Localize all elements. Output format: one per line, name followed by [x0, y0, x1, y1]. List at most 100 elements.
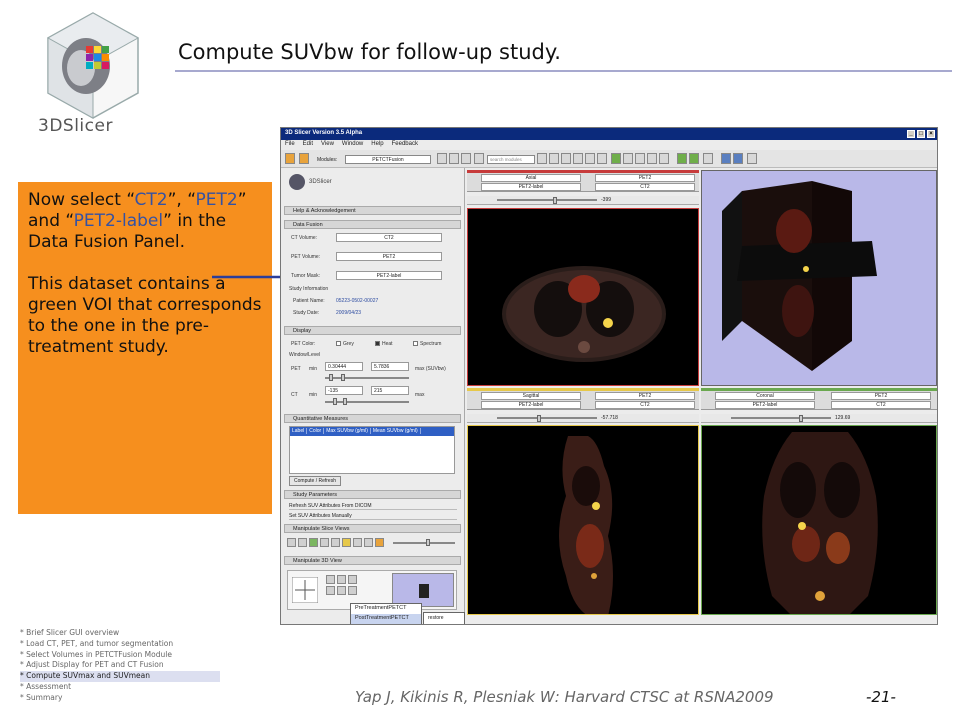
slice-tool-icon[interactable]: [353, 538, 362, 547]
refresh-suv-dropdown[interactable]: Refresh SUV Attributes From DICOM: [289, 502, 457, 510]
color-grey-radio[interactable]: [336, 341, 341, 346]
color-spectrum-radio[interactable]: [413, 341, 418, 346]
module-history-icon[interactable]: [461, 153, 471, 164]
snapshot-icon[interactable]: [703, 153, 713, 164]
display-header[interactable]: Display: [284, 326, 461, 335]
slice-tool-icon[interactable]: [364, 538, 373, 547]
ct-range-slider[interactable]: [325, 401, 409, 403]
yellow-foreground-select[interactable]: PET2: [595, 392, 695, 400]
module-forward-icon[interactable]: [449, 153, 459, 164]
study-params-header[interactable]: Study Parameters: [284, 490, 461, 499]
menu-item-posttreatment[interactable]: PostTreatmentPETCT: [351, 614, 421, 624]
quantitative-header[interactable]: Quantitative Measures: [284, 414, 461, 423]
module-back-icon[interactable]: [437, 153, 447, 164]
pet-range-slider[interactable]: [325, 377, 409, 379]
view-icon[interactable]: [659, 153, 669, 164]
load-scene-icon[interactable]: [285, 153, 295, 164]
slice-tool-icon[interactable]: [331, 538, 340, 547]
3d-render-view[interactable]: [701, 170, 937, 386]
3d-tool-icon[interactable]: [337, 575, 346, 584]
yellow-background-select[interactable]: CT2: [595, 401, 695, 409]
slice-tool-icon[interactable]: [298, 538, 307, 547]
view-icon[interactable]: [635, 153, 645, 164]
yellow-orientation-select[interactable]: Sagittal: [481, 392, 581, 400]
layout-icon[interactable]: [585, 153, 595, 164]
menu-window[interactable]: Window: [338, 140, 367, 148]
green-foreground-select[interactable]: PET2: [831, 392, 931, 400]
layout-icon[interactable]: [549, 153, 559, 164]
pet-min-input[interactable]: 0.30444: [325, 362, 363, 371]
view-icon[interactable]: [611, 153, 621, 164]
slice-tool-icon[interactable]: [342, 538, 351, 547]
manipulate-slice-header[interactable]: Manipulate Slice Views: [284, 524, 461, 533]
set-suv-dropdown[interactable]: Set SUV Attributes Manually: [289, 512, 457, 520]
redo-icon[interactable]: [689, 153, 699, 164]
3d-thumbnail[interactable]: [392, 573, 454, 607]
close-window-button[interactable]: ×: [927, 130, 935, 138]
ct-max-input[interactable]: 215: [371, 386, 409, 395]
ct-volume-select[interactable]: CT2: [336, 233, 442, 242]
slice-spacing-handle[interactable]: [426, 539, 430, 546]
color-heat-radio[interactable]: [375, 341, 380, 346]
slice-tool-icon[interactable]: [375, 538, 384, 547]
undo-icon[interactable]: [677, 153, 687, 164]
view-icon[interactable]: [647, 153, 657, 164]
coronal-slice-view[interactable]: [701, 425, 937, 615]
module-selector[interactable]: PETCTFusion: [345, 155, 431, 164]
crosshair-icon[interactable]: [747, 153, 757, 164]
green-orientation-select[interactable]: Coronal: [715, 392, 815, 400]
sagittal-slice-view[interactable]: [467, 425, 699, 615]
3d-tool-icon[interactable]: [348, 586, 357, 595]
ct-slider-handle[interactable]: [343, 398, 347, 405]
axial-slice-view[interactable]: [467, 208, 699, 386]
save-scene-icon[interactable]: [299, 153, 309, 164]
view-icon[interactable]: [623, 153, 633, 164]
ct-slider-handle[interactable]: [333, 398, 337, 405]
red-background-select[interactable]: CT2: [595, 183, 695, 191]
compute-refresh-button[interactable]: Compute / Refresh: [289, 476, 341, 486]
fiducial-tool-icon[interactable]: [733, 153, 743, 164]
pet-max-input[interactable]: 5.7836: [371, 362, 409, 371]
menu-feedback[interactable]: Feedback: [388, 140, 422, 148]
pet-slider-handle[interactable]: [329, 374, 333, 381]
green-label-select[interactable]: PET2-label: [715, 401, 815, 409]
slice-tool-icon[interactable]: [309, 538, 318, 547]
red-slice-slider[interactable]: [497, 199, 597, 201]
slice-tool-icon[interactable]: [320, 538, 329, 547]
yellow-slice-handle[interactable]: [537, 415, 541, 422]
menu-view[interactable]: View: [317, 140, 338, 148]
3d-tool-icon[interactable]: [326, 586, 335, 595]
layout-icon[interactable]: [561, 153, 571, 164]
pet-slider-handle[interactable]: [341, 374, 345, 381]
menu-edit[interactable]: Edit: [299, 140, 317, 148]
maximize-button[interactable]: □: [917, 130, 925, 138]
yellow-label-select[interactable]: PET2-label: [481, 401, 581, 409]
pointer-tool-icon[interactable]: [721, 153, 731, 164]
red-foreground-select[interactable]: PET2: [595, 174, 695, 182]
slice-tool-icon[interactable]: [287, 538, 296, 547]
red-orientation-select[interactable]: Axial: [481, 174, 581, 182]
menu-file[interactable]: File: [281, 140, 299, 148]
red-label-select[interactable]: PET2-label: [481, 183, 581, 191]
ct-min-input[interactable]: -135: [325, 386, 363, 395]
menu-action-restore[interactable]: restore: [424, 613, 464, 624]
data-fusion-header[interactable]: Data Fusion: [284, 220, 461, 229]
layout-icon[interactable]: [537, 153, 547, 164]
menu-item-pretreatment[interactable]: PreTreatmentPETCT: [351, 604, 421, 614]
3d-tool-icon[interactable]: [348, 575, 357, 584]
layout-icon[interactable]: [573, 153, 583, 164]
menu-help[interactable]: Help: [367, 140, 387, 148]
red-slice-handle[interactable]: [553, 197, 557, 204]
3d-tool-icon[interactable]: [326, 575, 335, 584]
layout-icon[interactable]: [597, 153, 607, 164]
green-slice-slider[interactable]: [731, 417, 831, 419]
orientation-axes-icon[interactable]: [292, 577, 318, 603]
yellow-slice-slider[interactable]: [497, 417, 597, 419]
pet-volume-select[interactable]: PET2: [336, 252, 442, 261]
manipulate-3d-header[interactable]: Manipulate 3D View: [284, 556, 461, 565]
help-section-header[interactable]: Help & Acknowledgement: [284, 206, 461, 215]
tumor-mask-select[interactable]: PET2-label: [336, 271, 442, 280]
green-background-select[interactable]: CT2: [831, 401, 931, 409]
3d-tool-icon[interactable]: [337, 586, 346, 595]
minimize-button[interactable]: _: [907, 130, 915, 138]
